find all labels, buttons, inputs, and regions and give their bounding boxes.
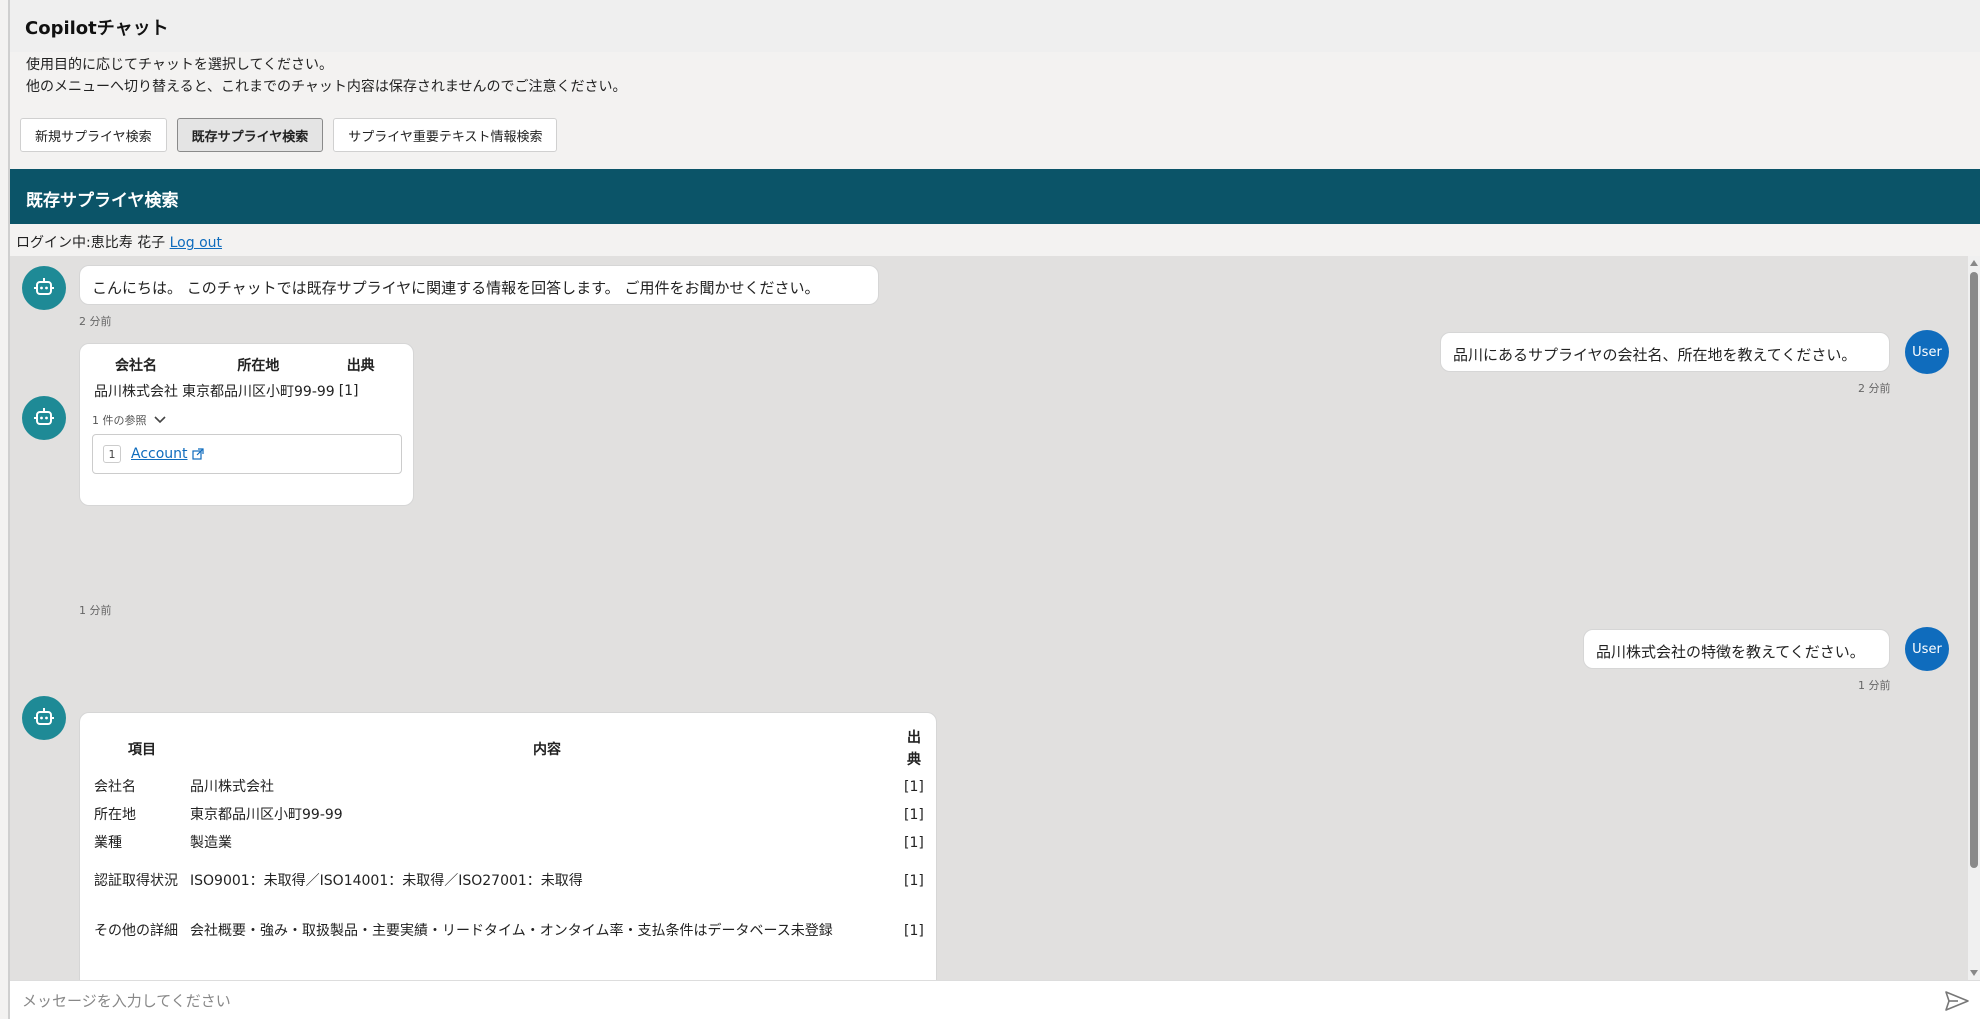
table-cell: 会社名 — [94, 779, 136, 795]
login-bar: ログイン中:恵比寿 花子 Log out — [10, 226, 1980, 254]
intro-line-1: 使用目的に応じてチャットを選択してください。 — [26, 57, 334, 73]
user-message-text: 品川にあるサプライヤの会社名、所在地を教えてください。 — [1453, 346, 1857, 364]
table-header-row: 項目 内容 出典 — [94, 725, 924, 773]
supplier-table: 会社名 所在地 出典 品川株式会社 東京都品川区小町99-99 [1] — [92, 352, 385, 404]
table-cell: [1] — [338, 383, 359, 399]
table-cell: [1] — [904, 807, 924, 823]
table-cell: 品川株式会社 — [190, 779, 274, 795]
table-cell: 認証取得状況 — [94, 873, 178, 889]
chat-scrollbar[interactable] — [1968, 256, 1980, 980]
table-cell: ISO9001：未取得／ISO14001：未取得／ISO27001：未取得 — [190, 873, 583, 889]
bot-icon — [34, 708, 54, 725]
bot-message-bubble: こんにちは。 このチャットでは既存サプライヤに関連する情報を回答します。 ご用件… — [79, 265, 879, 305]
reference-link[interactable]: Account — [131, 446, 188, 462]
message-input-bar — [10, 980, 1980, 1019]
references-label: 1 件の参照 — [92, 414, 147, 427]
table-cell: 東京都品川区小町99-99 — [190, 807, 343, 823]
message-timestamp: 1 分前 — [79, 604, 112, 617]
table-header: 所在地 — [237, 358, 280, 374]
table-row: 品川株式会社 東京都品川区小町99-99 [1] — [92, 378, 385, 404]
references-toggle[interactable]: 1 件の参照 — [92, 412, 401, 428]
table-header: 会社名 — [115, 358, 157, 374]
mode-supplier-text-button[interactable]: サプライヤ重要テキスト情報検索 — [333, 118, 558, 152]
table-header: 出典 — [346, 358, 375, 374]
company-detail-table: 項目 内容 出典 会社名 品川株式会社 [1] 所在地 東京都品川区小町99-9… — [94, 725, 924, 957]
table-cell: 所在地 — [94, 807, 136, 823]
external-link-icon — [191, 448, 204, 460]
title-bar: Copilotチャット — [10, 0, 1980, 52]
reference-number: 1 — [103, 445, 121, 463]
intro-line-2: 他のメニューへ切り替えると、これまでのチャット内容は保存されませんのでご注意くだ… — [26, 79, 627, 95]
table-row: 認証取得状況 ISO9001：未取得／ISO14001：未取得／ISO27001… — [94, 857, 924, 905]
scroll-up-arrow[interactable] — [1970, 260, 1978, 266]
table-cell: 東京都品川区小町99-99 — [182, 384, 335, 400]
table-cell: [1] — [904, 835, 924, 851]
reference-item: 1 Account — [92, 434, 402, 474]
left-edge — [0, 0, 10, 1019]
app-title: Copilotチャット — [25, 18, 169, 39]
message-timestamp: 2 分前 — [79, 315, 112, 328]
table-row: その他の詳細 会社概要・強み・取扱製品・主要実績・リードタイム・オンタイム率・支… — [94, 905, 924, 957]
bot-avatar — [22, 396, 66, 440]
table-cell: [1] — [904, 873, 924, 889]
logout-link[interactable]: Log out — [170, 235, 222, 251]
table-row: 所在地 東京都品川区小町99-99 [1] — [94, 801, 924, 829]
user-message-text: 品川株式会社の特徴を教えてください。 — [1596, 643, 1865, 661]
scroll-down-arrow[interactable] — [1970, 970, 1978, 976]
user-message-bubble: 品川株式会社の特徴を教えてください。 — [1583, 629, 1890, 669]
message-timestamp: 2 分前 — [1858, 382, 1891, 395]
bot-icon — [34, 408, 54, 425]
mode-new-supplier-button[interactable]: 新規サプライヤ検索 — [20, 118, 167, 152]
intro-text: 使用目的に応じてチャットを選択してください。 他のメニューへ切り替えると、これま… — [26, 54, 626, 98]
message-input[interactable] — [22, 987, 1922, 1015]
user-message-bubble: 品川にあるサプライヤの会社名、所在地を教えてください。 — [1440, 332, 1890, 372]
scroll-thumb[interactable] — [1970, 272, 1978, 868]
table-header: 項目 — [128, 742, 156, 758]
message-timestamp: 1 分前 — [1858, 679, 1891, 692]
bot-icon — [34, 278, 54, 295]
user-avatar: User — [1905, 627, 1949, 671]
table-cell: 業種 — [94, 835, 122, 851]
bot-avatar — [22, 266, 66, 310]
table-cell: 製造業 — [190, 835, 232, 851]
bot-message-text: こんにちは。 このチャットでは既存サプライヤに関連する情報を回答します。 ご用件… — [92, 279, 820, 297]
bot-table-bubble: 会社名 所在地 出典 品川株式会社 東京都品川区小町99-99 [1] 1 件の… — [79, 343, 414, 506]
table-row: 会社名 品川株式会社 [1] — [94, 773, 924, 801]
table-header: 内容 — [533, 742, 561, 758]
section-header: 既存サプライヤ検索 — [10, 169, 1980, 224]
mode-existing-supplier-button[interactable]: 既存サプライヤ検索 — [176, 118, 324, 152]
mode-selector: 新規サプライヤ検索 既存サプライヤ検索 サプライヤ重要テキスト情報検索 — [20, 118, 558, 152]
table-cell: その他の詳細 — [94, 923, 178, 939]
table-cell: 会社概要・強み・取扱製品・主要実績・リードタイム・オンタイム率・支払条件はデータ… — [190, 923, 833, 939]
chevron-down-icon — [153, 416, 166, 424]
table-cell: 品川株式会社 — [94, 384, 178, 400]
table-header-row: 会社名 所在地 出典 — [92, 352, 385, 378]
user-avatar: User — [1905, 330, 1949, 374]
table-row: 業種 製造業 [1] — [94, 829, 924, 857]
send-icon[interactable] — [1944, 989, 1970, 1013]
table-header: 出典 — [907, 730, 921, 768]
login-user-text: ログイン中:恵比寿 花子 — [16, 235, 166, 251]
chat-area[interactable]: こんにちは。 このチャットでは既存サプライヤに関連する情報を回答します。 ご用件… — [10, 256, 1968, 980]
bot-detail-bubble: 項目 内容 出典 会社名 品川株式会社 [1] 所在地 東京都品川区小町99-9… — [79, 712, 937, 980]
table-cell: [1] — [904, 779, 924, 795]
bot-avatar — [22, 696, 66, 740]
table-cell: [1] — [904, 923, 924, 939]
